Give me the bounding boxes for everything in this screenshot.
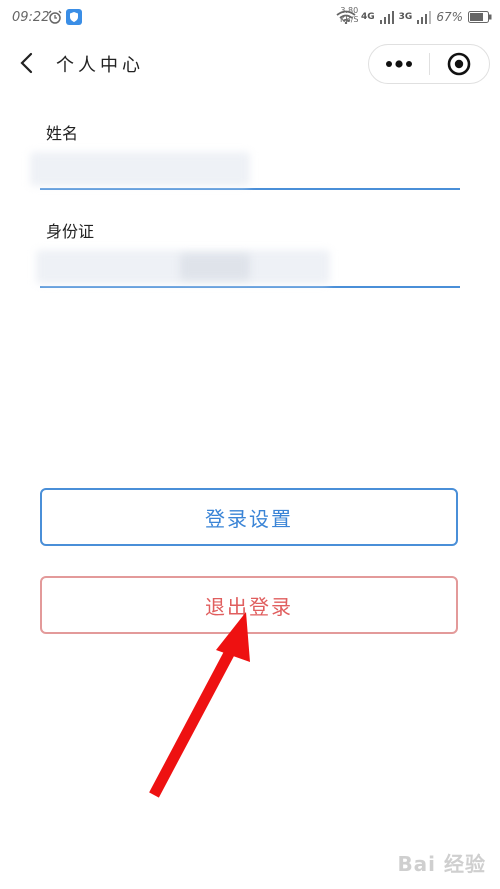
wifi-icon	[336, 10, 356, 24]
alarm-icon	[48, 10, 62, 24]
battery-percent: 67%	[436, 10, 463, 24]
back-icon[interactable]	[16, 52, 38, 74]
status-bar: 09:22 3.80 KB/S 4G 3G 67%	[0, 0, 500, 34]
login-settings-button[interactable]: 登录设置	[40, 488, 458, 546]
shield-icon	[66, 9, 82, 25]
more-icon	[386, 60, 412, 68]
blurred-name-value	[30, 152, 250, 186]
signal-icon	[379, 11, 394, 24]
id-card-label: 身份证	[46, 222, 95, 241]
mini-program-capsule	[368, 44, 490, 84]
network-type-2: 3G	[398, 12, 413, 22]
more-button[interactable]	[369, 45, 429, 83]
battery-icon	[468, 11, 492, 23]
navigation-bar: 个人中心	[0, 34, 500, 94]
name-field[interactable]	[30, 148, 460, 190]
network-type-1: 4G	[361, 12, 375, 22]
signal-icon	[417, 11, 432, 24]
login-settings-label: 登录设置	[205, 506, 293, 531]
baidu-watermark: Bai 经验	[397, 852, 486, 876]
name-label: 姓名	[46, 124, 79, 143]
logout-button[interactable]: 退出登录	[40, 576, 458, 634]
target-icon	[447, 52, 471, 76]
status-time: 09:22	[12, 10, 50, 25]
page-title: 个人中心	[56, 55, 144, 76]
close-button[interactable]	[429, 45, 489, 83]
status-right-icons: 4G 3G 67%	[336, 8, 492, 26]
blurred-id-value-dark	[180, 254, 250, 280]
logout-label: 退出登录	[205, 594, 293, 619]
id-card-field[interactable]	[36, 246, 460, 288]
